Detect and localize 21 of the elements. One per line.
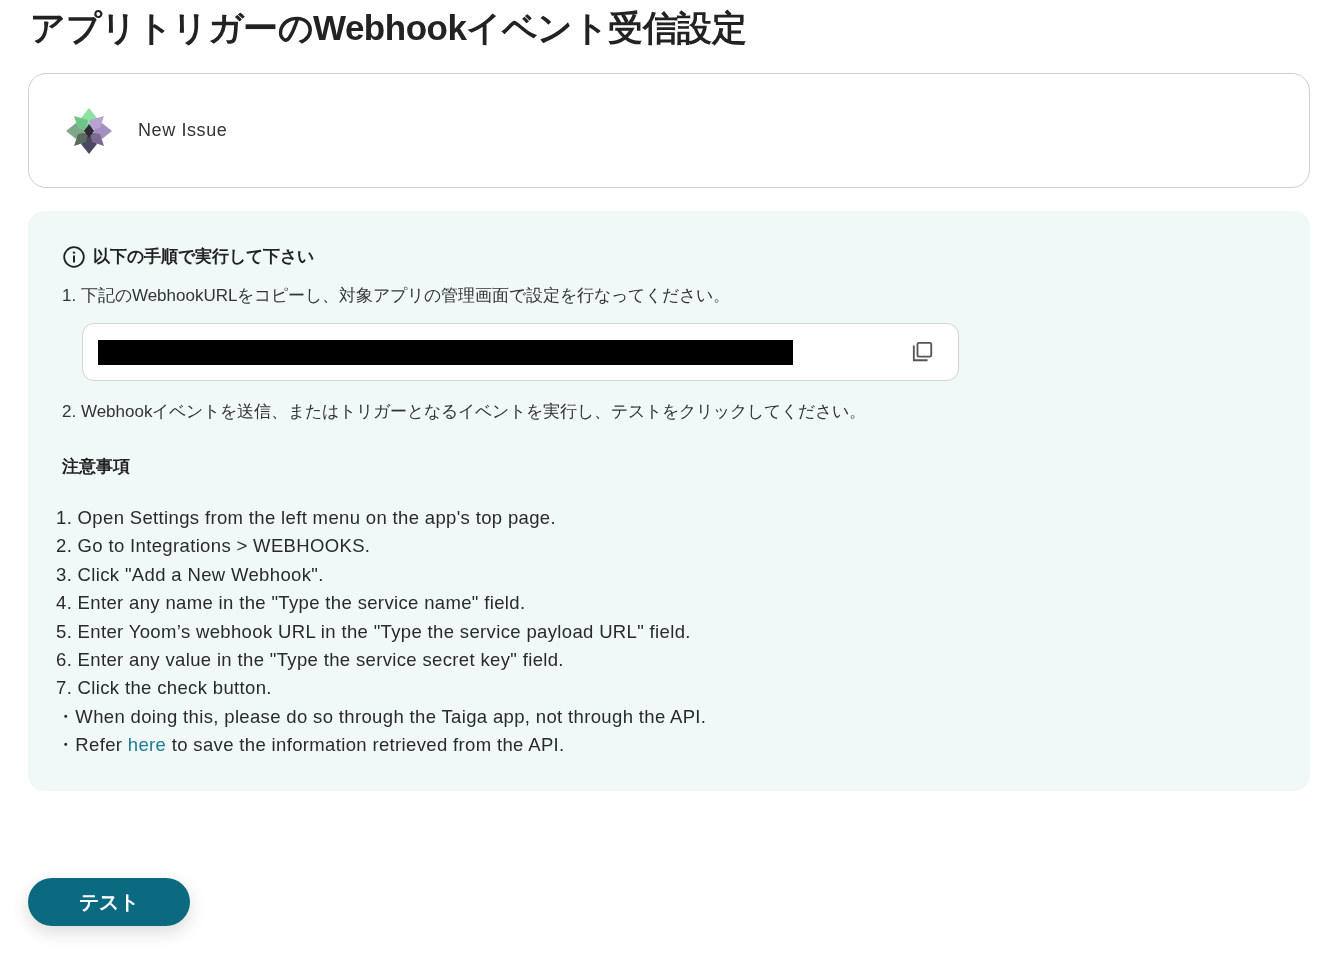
star-logo-icon (66, 107, 112, 154)
help-link[interactable]: here (127, 734, 167, 756)
webhook-url-field[interactable] (82, 323, 959, 381)
note-line: 6. Enter any value in the "Type the service secret key" field. (56, 648, 564, 673)
note-line: 3. Click "Add a New Webhook". (56, 562, 324, 587)
note-line: 5. Enter Yoom’s webhook URL in the "Type the service payload URL" field. (56, 619, 691, 644)
note-line: 2. Go to Integrations > WEBHOOKS. (56, 534, 371, 559)
page-title: アプリトリガーのWebhookイベント受信設定 (30, 7, 747, 49)
test-button[interactable]: テスト (28, 878, 190, 926)
trigger-name: New Issue (138, 120, 228, 141)
info-icon (63, 245, 85, 268)
note-line: 7. Click the check button. (56, 676, 272, 701)
note-line: 1. Open Settings from the left menu on the app's top page. (56, 506, 556, 530)
instruction-step: 2. Webhookイベントを送信、またはトリガーとなるイベントを実行し、テストをクリックしてください。 (62, 401, 867, 423)
copy-icon[interactable] (912, 341, 934, 363)
note-line: ・When doing this, please do so through the Taiga app, not through the API. (56, 704, 707, 729)
note-line: ・Refer here to save the information retrieved from the API. (56, 733, 565, 758)
instructions-heading: 以下の手順で実行して下さい (93, 246, 314, 268)
notes-heading: 注意事項 (62, 456, 130, 478)
instruction-step: 1. 下記のWebhookURLをコピーし、対象アプリの管理画面で設定を行なってください。 (62, 285, 731, 307)
note-line: 4. Enter any name in the "Type the service name" field. (56, 591, 526, 616)
